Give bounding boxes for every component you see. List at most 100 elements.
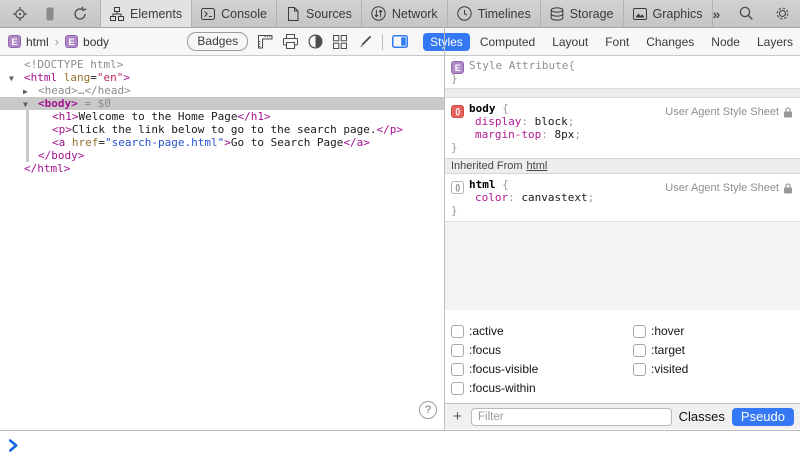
breadcrumb-item-html[interactable]: html bbox=[26, 35, 49, 49]
pseudo-classes-section: :active :focus :focus-visible :focus-wit… bbox=[445, 310, 800, 403]
tab-label: Graphics bbox=[653, 7, 703, 21]
checkbox-hover[interactable] bbox=[633, 325, 646, 338]
breadcrumb: E html › E body Badges bbox=[0, 28, 415, 55]
tab-label: Timelines bbox=[478, 7, 531, 21]
checkbox-visited[interactable] bbox=[633, 363, 646, 376]
gear-icon[interactable] bbox=[772, 4, 792, 24]
element-badge: E bbox=[65, 35, 78, 48]
network-arrows-icon bbox=[371, 6, 386, 21]
checkbox-active[interactable] bbox=[451, 325, 464, 338]
dom-row-doctype[interactable]: <!DOCTYPE html> bbox=[0, 58, 444, 71]
details-sidebar-toggle-icon[interactable] bbox=[392, 34, 408, 50]
tab-network[interactable]: Network bbox=[361, 0, 447, 27]
css-property[interactable]: display: block; bbox=[451, 115, 800, 128]
dom-tree-panel: <!DOCTYPE html> ▼<html lang="en"> ▶<head… bbox=[0, 56, 444, 430]
tab-styles[interactable]: Styles bbox=[423, 33, 470, 51]
document-icon bbox=[286, 7, 300, 21]
tab-computed[interactable]: Computed bbox=[473, 33, 542, 51]
pseudo-column-right: :hover :target :visited bbox=[633, 322, 688, 379]
css-rule-body[interactable]: ()body { User Agent Style Sheet display:… bbox=[445, 98, 800, 158]
pseudo-row-focus[interactable]: :focus bbox=[451, 341, 538, 360]
print-styles-icon[interactable] bbox=[282, 34, 298, 50]
dom-row-head[interactable]: ▶<head>…</head> bbox=[0, 84, 444, 97]
element-badge: E bbox=[8, 35, 21, 48]
toolbar-tabs: Elements Console Sources Network Timelin… bbox=[100, 0, 713, 27]
pseudo-row-hover[interactable]: :hover bbox=[633, 322, 688, 341]
dom-toolbar-buttons: Badges bbox=[187, 32, 415, 51]
rulers-icon[interactable] bbox=[257, 34, 273, 50]
tab-layout[interactable]: Layout bbox=[545, 33, 595, 51]
inherited-link[interactable]: html bbox=[527, 160, 548, 172]
toolbar-left-icons bbox=[0, 0, 100, 27]
device-icon[interactable] bbox=[40, 4, 60, 24]
tab-graphics[interactable]: Graphics bbox=[623, 0, 713, 27]
tab-label: Storage bbox=[570, 7, 614, 21]
checkbox-focus-within[interactable] bbox=[451, 382, 464, 395]
css-property[interactable]: color: canvastext; bbox=[451, 191, 800, 204]
dom-row-html-open[interactable]: ▼<html lang="en"> bbox=[0, 71, 444, 84]
terminal-icon bbox=[201, 7, 215, 21]
clock-icon bbox=[457, 6, 472, 21]
breadcrumb-item-body[interactable]: body bbox=[83, 35, 109, 49]
sidebar-tabs: Styles Computed Layout Font Changes Node… bbox=[415, 28, 800, 55]
pseudo-row-visited[interactable]: :visited bbox=[633, 360, 688, 379]
tab-label: Elements bbox=[130, 7, 182, 21]
more-tabs-chevrons[interactable]: » bbox=[713, 6, 721, 22]
badges-button[interactable]: Badges bbox=[187, 32, 248, 51]
help-button[interactable]: ? bbox=[419, 401, 437, 419]
toolbar-right: » bbox=[713, 0, 800, 27]
search-icon[interactable] bbox=[736, 4, 756, 24]
dom-row-html-close[interactable]: </html> bbox=[0, 162, 444, 175]
section-gap bbox=[445, 88, 800, 98]
main-toolbar: Elements Console Sources Network Timelin… bbox=[0, 0, 800, 28]
pseudo-button[interactable]: Pseudo bbox=[732, 408, 794, 426]
add-rule-button[interactable]: + bbox=[451, 410, 464, 423]
grid-overlay-icon[interactable] bbox=[332, 34, 348, 50]
quick-console[interactable] bbox=[0, 430, 800, 461]
dom-row-body-selected[interactable]: ▼<body> = $0 bbox=[0, 97, 444, 110]
tab-label: Console bbox=[221, 7, 267, 21]
css-property[interactable]: margin-top: 8px; bbox=[451, 128, 800, 141]
tab-layers[interactable]: Layers bbox=[750, 33, 800, 51]
secondary-bar: E html › E body Badges bbox=[0, 28, 800, 56]
pseudo-row-target[interactable]: :target bbox=[633, 341, 688, 360]
classes-button[interactable]: Classes bbox=[679, 410, 725, 423]
inherited-from-header: Inherited Fromhtml bbox=[445, 158, 800, 174]
tab-console[interactable]: Console bbox=[191, 0, 276, 27]
dom-row-h1[interactable]: <h1>Welcome to the Home Page</h1> bbox=[0, 110, 444, 123]
toolbar-divider bbox=[382, 34, 383, 50]
checkbox-target[interactable] bbox=[633, 344, 646, 357]
no-more-rules-area bbox=[445, 221, 800, 310]
tab-changes[interactable]: Changes bbox=[639, 33, 701, 51]
style-attribute-section[interactable]: EStyle Attribute{ } bbox=[445, 56, 800, 88]
tab-sources[interactable]: Sources bbox=[276, 0, 361, 27]
tab-node[interactable]: Node bbox=[704, 33, 747, 51]
checkbox-focus[interactable] bbox=[451, 344, 464, 357]
paint-flashing-icon[interactable] bbox=[357, 34, 373, 50]
console-prompt-icon bbox=[9, 439, 800, 452]
breadcrumb-separator: › bbox=[54, 34, 60, 49]
checkbox-focus-visible[interactable] bbox=[451, 363, 464, 376]
tab-label: Network bbox=[392, 7, 438, 21]
dom-row-p[interactable]: <p>Click the link below to go to the sea… bbox=[0, 123, 444, 136]
sitemap-icon bbox=[110, 7, 124, 21]
web-inspector-window: Elements Console Sources Network Timelin… bbox=[0, 0, 800, 461]
pseudo-row-focus-within[interactable]: :focus-within bbox=[451, 379, 538, 398]
inspect-element-icon[interactable] bbox=[10, 4, 30, 24]
tab-storage[interactable]: Storage bbox=[540, 0, 623, 27]
css-rule-html[interactable]: ()html { User Agent Style Sheet color: c… bbox=[445, 174, 800, 221]
appearance-contrast-icon[interactable] bbox=[307, 34, 323, 50]
pseudo-column-left: :active :focus :focus-visible :focus-wit… bbox=[451, 322, 538, 398]
database-icon bbox=[550, 7, 564, 21]
tab-timelines[interactable]: Timelines bbox=[447, 0, 540, 27]
reload-icon[interactable] bbox=[70, 4, 90, 24]
tab-elements[interactable]: Elements bbox=[100, 0, 191, 27]
pseudo-row-focus-visible[interactable]: :focus-visible bbox=[451, 360, 538, 379]
filter-input[interactable] bbox=[471, 408, 672, 426]
tab-font[interactable]: Font bbox=[598, 33, 636, 51]
dom-row-a[interactable]: <a href="search-page.html">Go to Search … bbox=[0, 136, 444, 149]
image-icon bbox=[633, 7, 647, 21]
styles-panel: EStyle Attribute{ } ()body { User Agent … bbox=[445, 56, 800, 430]
pseudo-row-active[interactable]: :active bbox=[451, 322, 538, 341]
dom-row-body-close[interactable]: </body> bbox=[0, 149, 444, 162]
